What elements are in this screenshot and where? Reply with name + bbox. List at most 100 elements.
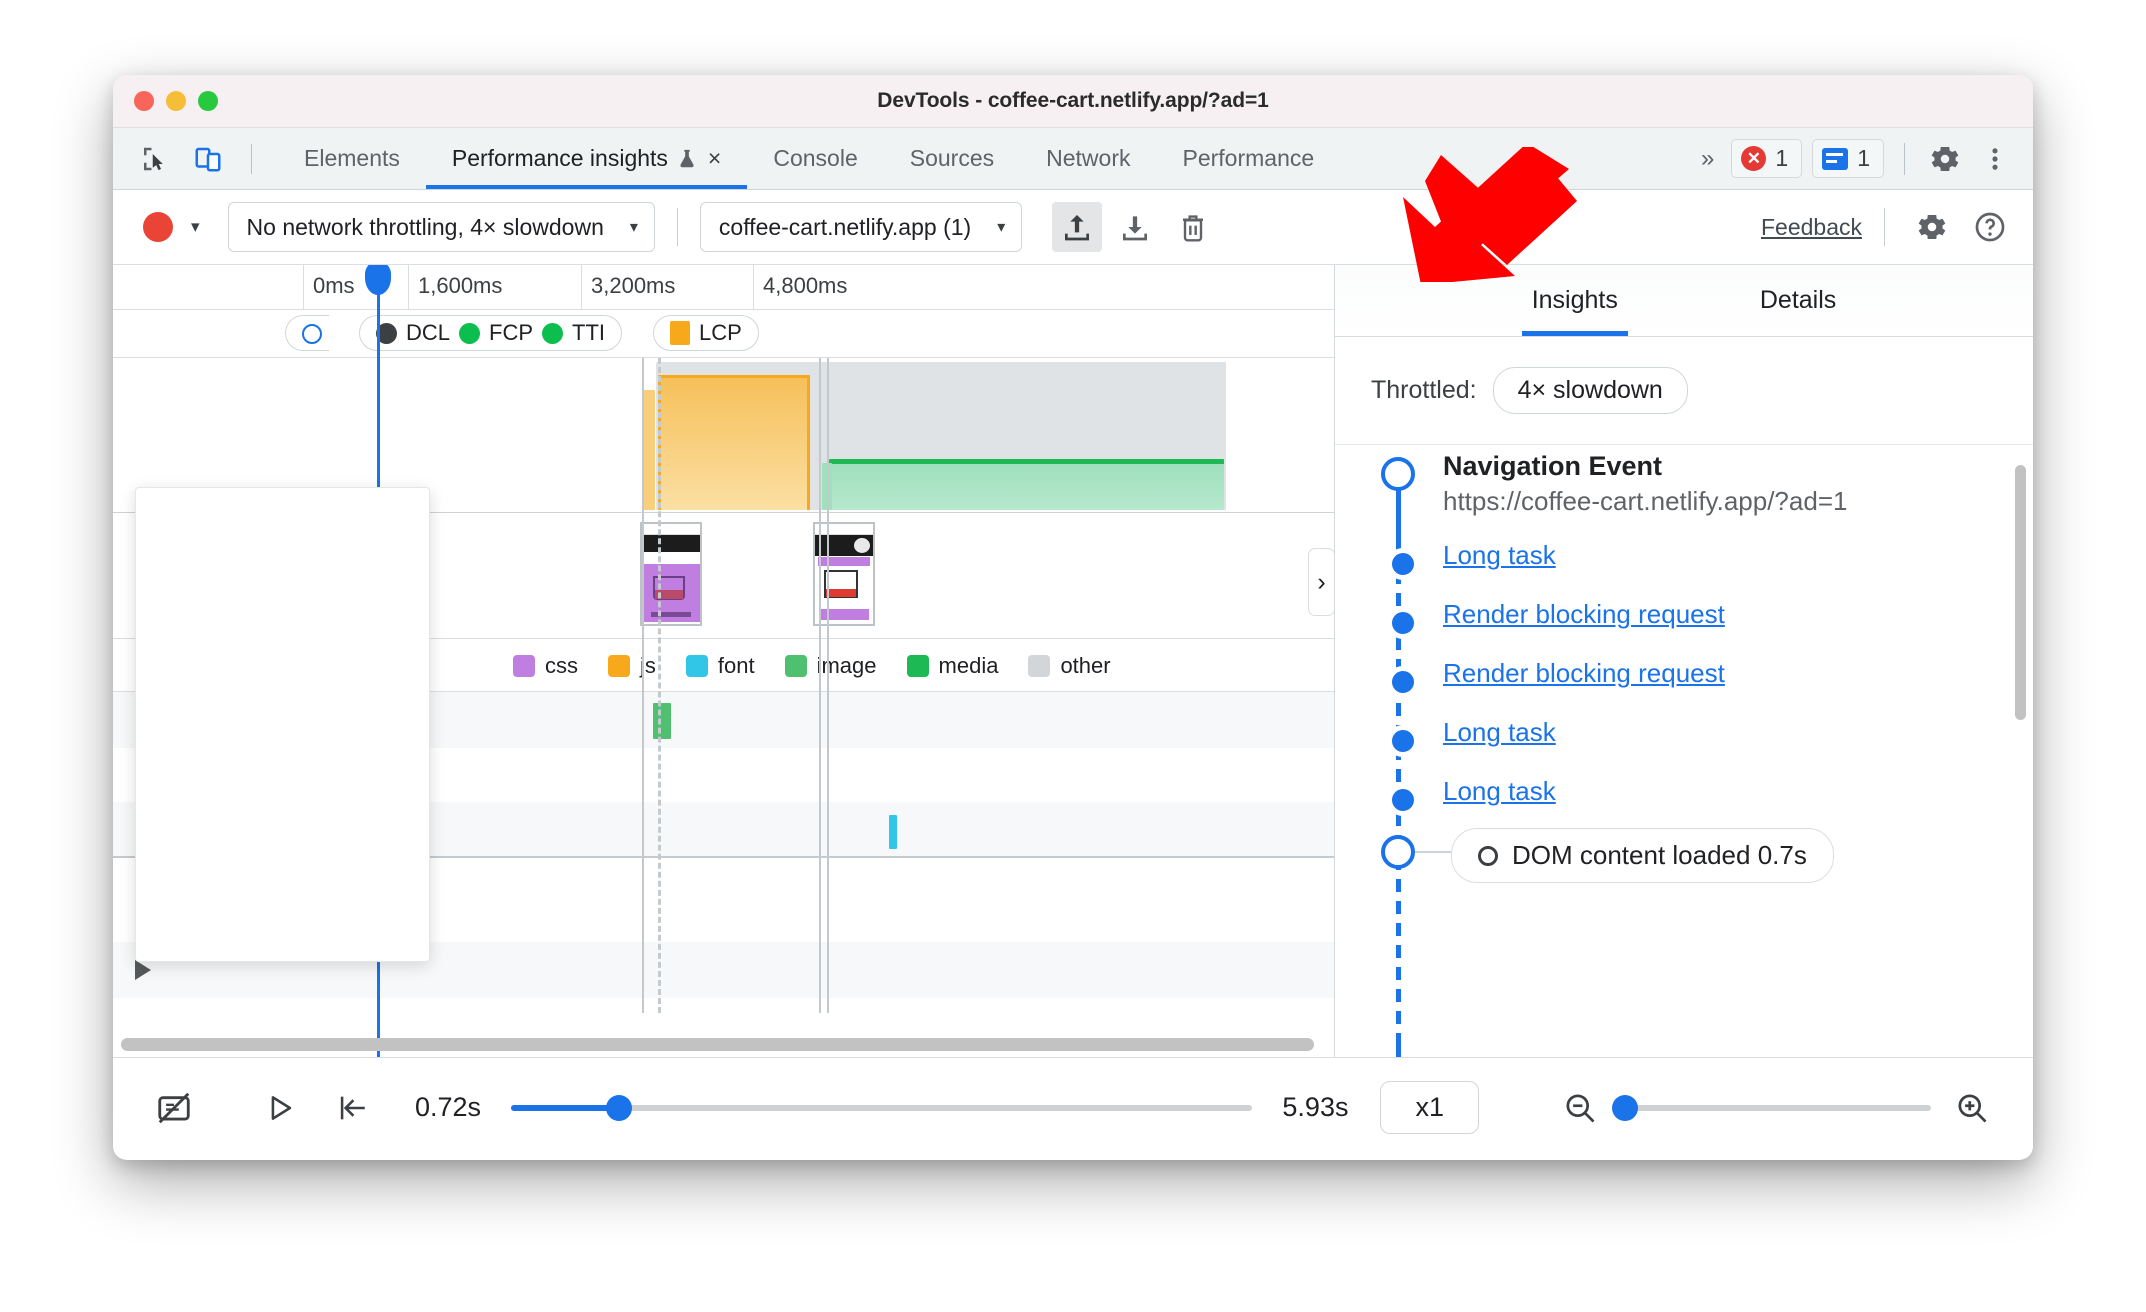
play-icon[interactable] — [253, 1081, 307, 1135]
node-long-task-3[interactable] — [1387, 784, 1419, 816]
trace-select[interactable]: coffee-cart.netlify.app (1) ▾ — [699, 202, 1023, 252]
rail-segment-bottom — [1396, 1033, 1401, 1057]
record-options-caret[interactable]: ▾ — [181, 217, 210, 237]
lcp-marker[interactable]: LCP — [653, 315, 759, 351]
chevron-right-icon: › — [1317, 567, 1326, 596]
insights-scrollbar[interactable] — [2015, 465, 2026, 720]
request-bar-font[interactable] — [889, 815, 897, 849]
legend-item-media: media — [906, 653, 998, 679]
tab-network[interactable]: Network — [1020, 128, 1156, 189]
insight-long-task-2[interactable]: Long task — [1443, 717, 2003, 748]
zoom-out-icon[interactable] — [1553, 1081, 1607, 1135]
gear-icon[interactable] — [1907, 202, 1957, 252]
zoom-slider-knob[interactable] — [1612, 1094, 1638, 1121]
throttling-select-value: No network throttling, 4× slowdown — [246, 213, 604, 240]
playhead-dashed-line — [658, 358, 661, 1013]
playback-bottombar: 0.72s 5.93s x1 — [113, 1057, 2033, 1157]
secondary-guide-line-2 — [827, 358, 829, 1013]
insight-link-long-task-2[interactable]: Long task — [1443, 717, 1556, 747]
ruler-tick-1: 1,600ms — [408, 265, 502, 309]
node-long-task-2[interactable] — [1387, 725, 1419, 757]
screenshots-off-icon[interactable] — [147, 1081, 201, 1135]
node-long-task-1[interactable] — [1387, 548, 1419, 580]
fcp-marker-icon — [459, 322, 481, 344]
filmstrip-thumbnail-2[interactable] — [813, 522, 875, 626]
message-badge[interactable]: 1 — [1812, 139, 1884, 178]
legend-item-js: js — [608, 653, 656, 679]
filmstrip-thumbnail-1[interactable] — [640, 522, 702, 626]
node-dom-content-loaded[interactable] — [1381, 835, 1415, 869]
node-render-blocking-2[interactable] — [1387, 666, 1419, 698]
throttled-value-chip: 4× slowdown — [1492, 367, 1688, 414]
dom-content-loaded-pill[interactable]: DOM content loaded 0.7s — [1451, 828, 1834, 883]
tab-console-label: Console — [773, 145, 858, 171]
kebab-menu-icon[interactable] — [1975, 139, 2015, 179]
tab-performance-insights[interactable]: Performance insights × — [425, 128, 748, 189]
time-range-knob[interactable] — [605, 1094, 632, 1121]
insights-list[interactable]: Navigation Event https://coffee-cart.net… — [1335, 445, 2033, 1057]
zoom-slider[interactable] — [1612, 1094, 1931, 1121]
toolbar-divider-2 — [1884, 208, 1885, 246]
performance-toolbar: ▾ No network throttling, 4× slowdown ▾ c… — [113, 190, 2033, 265]
dcl-fcp-tti-marker-group[interactable]: DCL FCP TTI — [359, 315, 623, 351]
legend-swatch-other — [1028, 654, 1051, 677]
sidebar-collapse-handle[interactable]: › — [1308, 548, 1334, 616]
insight-render-blocking-1[interactable]: Render blocking request — [1443, 599, 2003, 630]
dcl-label: DCL — [406, 320, 451, 345]
request-bar-js-tail[interactable] — [643, 390, 655, 510]
jump-to-start-icon[interactable] — [325, 1081, 379, 1135]
insight-long-task-3[interactable]: Long task — [1443, 776, 2003, 807]
lcp-guide-line — [642, 358, 644, 1013]
legend-swatch-js — [608, 654, 630, 677]
insight-long-task-1[interactable]: Long task — [1443, 540, 2003, 571]
record-icon[interactable] — [143, 212, 173, 242]
throttling-select[interactable]: No network throttling, 4× slowdown ▾ — [227, 202, 655, 252]
device-toolbar-icon[interactable] — [185, 136, 231, 182]
tabbar-left-icons — [113, 128, 264, 189]
request-bar-js[interactable] — [658, 375, 810, 510]
insight-link-long-task-1[interactable]: Long task — [1443, 540, 1556, 570]
playback-speed-chip[interactable]: x1 — [1380, 1081, 1479, 1134]
timeline-ruler[interactable]: 0ms 1,600ms 3,200ms 4,800ms — [113, 265, 1334, 310]
trash-icon[interactable] — [1168, 202, 1218, 252]
expand-track-arrow-3[interactable] — [135, 960, 151, 980]
gear-icon[interactable] — [1925, 139, 1965, 179]
window-title: DevTools - coffee-cart.netlify.app/?ad=1 — [877, 89, 1269, 112]
request-bar-image[interactable] — [653, 703, 671, 739]
insight-render-blocking-2[interactable]: Render blocking request — [1443, 658, 2003, 689]
close-icon[interactable]: × — [708, 145, 721, 172]
more-tabs-icon[interactable]: » — [1691, 145, 1721, 173]
download-icon[interactable] — [1110, 202, 1160, 252]
request-bar-media[interactable] — [829, 459, 1224, 510]
upload-icon[interactable] — [1052, 202, 1103, 252]
time-range-slider[interactable] — [511, 1094, 1253, 1121]
legend-item-image: image — [784, 653, 877, 679]
tabbar-right-group: » ✕ 1 1 — [1691, 128, 2033, 189]
dcl-ring-icon — [1478, 845, 1498, 866]
insight-navigation-event[interactable]: Navigation Event https://coffee-cart.net… — [1443, 451, 2003, 517]
message-icon — [1822, 147, 1849, 170]
tab-details[interactable]: Details — [1754, 265, 1842, 336]
tab-performance[interactable]: Performance — [1156, 128, 1340, 189]
message-count: 1 — [1857, 145, 1870, 171]
chevron-down-icon: ▾ — [997, 219, 1006, 236]
insight-link-long-task-3[interactable]: Long task — [1443, 776, 1556, 806]
insight-link-render-blocking-1[interactable]: Render blocking request — [1443, 599, 1725, 629]
node-navigation-event[interactable] — [1381, 457, 1415, 491]
insight-link-render-blocking-2[interactable]: Render blocking request — [1443, 658, 1725, 688]
tab-sources[interactable]: Sources — [884, 128, 1020, 189]
help-icon[interactable] — [1965, 202, 2015, 252]
tab-list: Elements Performance insights × Console … — [278, 128, 1340, 189]
fp-marker-partial[interactable] — [285, 315, 329, 351]
timeline-panel[interactable]: 0ms 1,600ms 3,200ms 4,800ms DCL FCP TTI … — [113, 265, 1335, 1057]
ruler-tick-3: 4,800ms — [753, 265, 847, 309]
zoom-in-icon[interactable] — [1945, 1081, 1999, 1135]
tab-elements[interactable]: Elements — [278, 128, 426, 189]
screenshot-root: DevTools - coffee-cart.netlify.app/?ad=1 — [0, 0, 2146, 1312]
tab-console[interactable]: Console — [747, 128, 883, 189]
inspect-element-icon[interactable] — [131, 136, 177, 182]
error-badge[interactable]: ✕ 1 — [1731, 139, 1803, 178]
node-render-blocking-1[interactable] — [1387, 607, 1419, 639]
feedback-link[interactable]: Feedback — [1761, 214, 1862, 241]
timeline-horizontal-scrollbar[interactable] — [121, 1038, 1314, 1051]
